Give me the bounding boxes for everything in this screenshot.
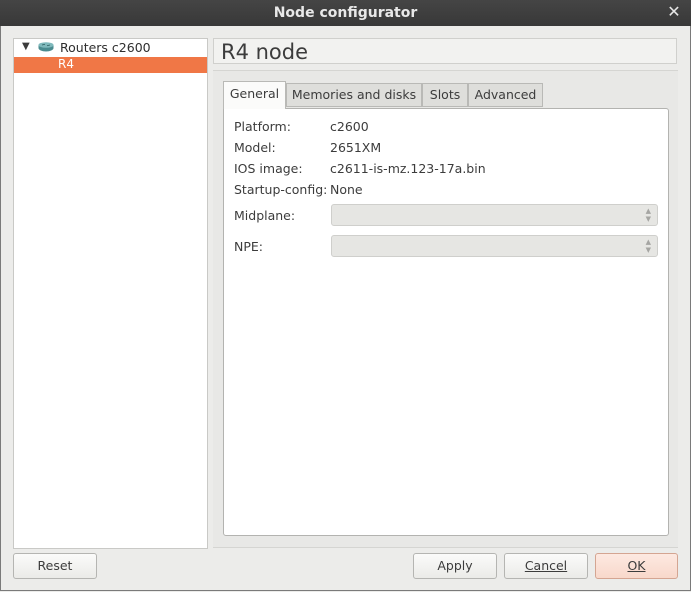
midplane-label: Midplane:	[234, 208, 296, 223]
tab-general[interactable]: General	[223, 81, 286, 109]
node-tree[interactable]: ▼ Routers c2600 R4	[13, 38, 208, 549]
npe-select[interactable]: ▲ ▼	[331, 235, 658, 257]
cancel-label: Cancel	[524, 558, 568, 573]
tab-container: General Memories and disks Slots Advance…	[213, 70, 678, 548]
ios-image-value: c2611-is-mz.123-17a.bin	[330, 161, 486, 176]
general-panel: Platform: c2600 Model: 2651XM IOS image:…	[223, 108, 669, 536]
up-down-arrows-icon: ▲ ▼	[645, 207, 651, 223]
window-title: Node configurator	[273, 5, 418, 21]
cancel-button[interactable]: Cancel	[504, 553, 588, 579]
close-icon[interactable]: ✕	[666, 4, 682, 20]
model-value: 2651XM	[330, 140, 382, 155]
reset-button[interactable]: Reset	[13, 553, 97, 579]
dialog-body: ▼ Routers c2600 R4 R4 node General Memor…	[0, 26, 691, 591]
ok-button[interactable]: OK	[595, 553, 678, 579]
title-bar: Node configurator ✕	[0, 0, 691, 26]
router-icon	[38, 42, 54, 52]
tree-child-label: R4	[58, 57, 74, 71]
platform-label: Platform:	[234, 119, 291, 134]
ok-label: OK	[627, 558, 646, 573]
tab-memories-and-disks[interactable]: Memories and disks	[286, 83, 422, 107]
triangle-down-icon[interactable]: ▼	[22, 41, 30, 52]
apply-button[interactable]: Apply	[413, 553, 497, 579]
tab-slots[interactable]: Slots	[422, 83, 468, 107]
platform-value: c2600	[330, 119, 369, 134]
tree-item-routers-c2600[interactable]: ▼ Routers c2600	[14, 39, 207, 57]
model-label: Model:	[234, 140, 276, 155]
ios-image-label: IOS image:	[234, 161, 303, 176]
node-title: R4 node	[213, 38, 677, 64]
startup-config-label: Startup-config:	[234, 182, 328, 197]
up-down-arrows-icon: ▲ ▼	[645, 238, 651, 254]
midplane-select[interactable]: ▲ ▼	[331, 204, 658, 226]
tree-root-label: Routers c2600	[60, 40, 151, 55]
tree-item-r4[interactable]: R4	[14, 57, 207, 73]
startup-config-value: None	[330, 182, 363, 197]
tab-advanced[interactable]: Advanced	[468, 83, 543, 107]
npe-label: NPE:	[234, 239, 263, 254]
